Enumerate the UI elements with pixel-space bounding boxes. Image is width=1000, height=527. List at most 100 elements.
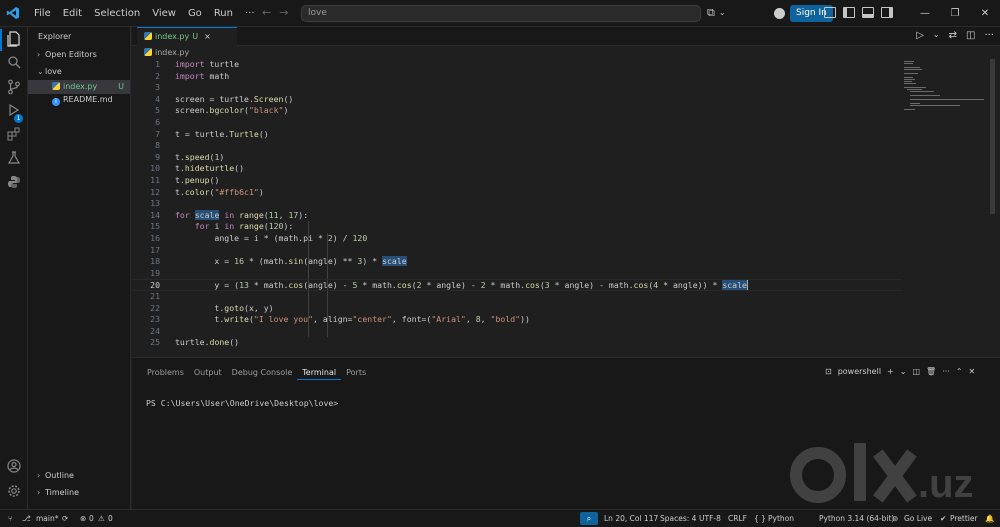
code-line: 8	[155, 140, 160, 151]
untracked-badge: U	[118, 82, 124, 91]
chevron-right-icon: ›	[37, 471, 41, 480]
indentation[interactable]: Spaces: 4	[660, 510, 696, 527]
maximize-panel-icon[interactable]: ⌃	[956, 367, 963, 376]
more-actions-icon[interactable]: ···	[942, 367, 950, 376]
file-index-py[interactable]: index.py U	[28, 80, 130, 94]
warnings-icon[interactable]: ⚠	[98, 510, 105, 527]
chevron-right-icon: ›	[37, 488, 41, 497]
layout-controls	[824, 7, 893, 18]
menu-run[interactable]: Run	[208, 0, 239, 27]
status-remote-icon[interactable]: ⑂	[8, 510, 13, 527]
breadcrumb[interactable]: index.py	[144, 46, 189, 59]
split-terminal-icon[interactable]: ◫	[912, 367, 920, 376]
menu-edit[interactable]: Edit	[57, 0, 88, 27]
branch-icon: ⎇	[22, 514, 31, 523]
window-controls: — ❐ ✕	[910, 0, 1000, 27]
close-icon[interactable]: ✕	[970, 8, 1000, 19]
settings-gear-icon[interactable]	[6, 484, 22, 500]
menu-selection[interactable]: Selection	[88, 0, 146, 27]
menu-more[interactable]: ···	[239, 0, 261, 27]
run-debug-icon[interactable]	[6, 103, 22, 119]
prettier-icon: ✔	[940, 514, 947, 523]
editor-scrollbar[interactable]	[990, 59, 995, 214]
chevron-right-icon: ›	[37, 50, 41, 59]
open-editors-section[interactable]: › Open Editors	[28, 48, 130, 62]
minimize-icon[interactable]: —	[910, 8, 940, 19]
code-line: 4 screen = turtle.Screen()	[155, 93, 294, 104]
panel-tabs: Problems Output Debug Console Terminal P…	[142, 366, 371, 380]
go-live[interactable]: Go Live	[904, 510, 932, 527]
code-line: 24	[150, 325, 160, 336]
minimap[interactable]	[902, 59, 986, 129]
code-line: 7t = turtle.Turtle()	[155, 128, 269, 139]
file-readme-md[interactable]: i README.md	[28, 93, 130, 107]
python-interpreter[interactable]: Python 3.14 (64-bit)	[819, 510, 894, 527]
zoom-icon[interactable]: ⌕	[580, 512, 598, 525]
terminal-shell-name[interactable]: powershell	[838, 367, 881, 376]
code-editor[interactable]: 1 import turtle 2 import math 3 4 screen = …	[132, 59, 1000, 356]
command-center-search[interactable]: love	[301, 5, 701, 22]
source-control-icon[interactable]	[6, 79, 22, 95]
extensions-icon[interactable]	[6, 127, 22, 143]
run-file-icon[interactable]: ▷	[916, 30, 924, 41]
explorer-icon[interactable]	[6, 31, 22, 47]
folder-love[interactable]: ⌄love	[28, 65, 130, 79]
more-actions-icon[interactable]: ···	[984, 30, 994, 41]
outline-section[interactable]: › Outline	[28, 469, 131, 483]
new-terminal-icon[interactable]: +	[887, 367, 894, 376]
prettier[interactable]: Prettier	[950, 510, 978, 527]
editor-actions: ▷ ⌄ ⇄ ◫ ···	[916, 30, 994, 41]
language-mode[interactable]: Python	[768, 510, 794, 527]
info-file-icon: i	[52, 98, 60, 106]
toggle-sidebar-icon[interactable]	[843, 7, 855, 18]
account-icon[interactable]	[774, 8, 785, 19]
open-changes-icon[interactable]: ⇄	[949, 30, 957, 41]
line-ending[interactable]: CRLF	[728, 510, 747, 527]
cursor-position[interactable]: Ln 20, Col 117	[604, 510, 658, 527]
terminal-prompt[interactable]: PS C:\Users\User\OneDrive\Desktop\love>	[146, 398, 338, 408]
code-line: 14 for scale in range(11, 17):	[150, 209, 309, 220]
errors-icon[interactable]: ⊗	[80, 510, 86, 527]
chevron-down-icon[interactable]: ⌄	[900, 367, 907, 376]
accounts-icon[interactable]	[6, 459, 22, 475]
tab-output[interactable]: Output	[189, 366, 227, 380]
close-panel-icon[interactable]: ✕	[969, 367, 976, 376]
split-editor-icon[interactable]: ◫	[966, 30, 975, 41]
restore-icon[interactable]: ❐	[940, 8, 970, 19]
close-tab-icon[interactable]: ×	[204, 32, 211, 41]
back-arrow-icon[interactable]: ←	[262, 6, 271, 19]
encoding[interactable]: UTF-8	[699, 510, 721, 527]
menu-file[interactable]: File	[28, 0, 57, 27]
chevron-down-icon[interactable]: ⌄	[933, 30, 940, 41]
customize-layout-icon[interactable]	[824, 7, 836, 18]
notifications-bell-icon[interactable]: 🔔	[985, 510, 994, 527]
toggle-panel-icon[interactable]	[862, 7, 874, 18]
copilot-icon[interactable]: ⧉	[707, 6, 715, 20]
editor-tabs-bar: index.py U × ▷ ⌄ ⇄ ◫ ···	[132, 27, 1000, 46]
title-bar: File Edit Selection View Go Run ··· ← → …	[0, 0, 1000, 27]
chevron-down-icon[interactable]: ⌄	[719, 6, 726, 20]
menu-go[interactable]: Go	[182, 0, 208, 27]
timeline-section[interactable]: › Timeline	[28, 486, 131, 500]
trash-icon[interactable]: 🗑	[926, 367, 936, 376]
code-line: 11 t.penup()	[150, 175, 220, 185]
tab-debug-console[interactable]: Debug Console	[227, 366, 298, 380]
python-icon[interactable]	[6, 175, 22, 191]
code-line: 13	[150, 198, 160, 209]
search-icon[interactable]	[6, 55, 22, 71]
tab-problems[interactable]: Problems	[142, 366, 189, 380]
tab-index-py[interactable]: index.py U ×	[137, 27, 237, 46]
python-file-icon	[144, 48, 152, 56]
code-line: 21	[150, 291, 160, 301]
tab-terminal[interactable]: Terminal	[297, 366, 342, 380]
forward-arrow-icon[interactable]: →	[279, 6, 288, 19]
warnings-count: 0	[108, 514, 113, 523]
python-file-icon	[144, 32, 152, 40]
toggle-secondary-sidebar-icon[interactable]	[881, 7, 893, 18]
sync-icon[interactable]: ⟳	[62, 510, 68, 527]
testing-icon[interactable]	[6, 151, 22, 167]
branch-name[interactable]: main*	[36, 510, 59, 527]
tab-ports[interactable]: Ports	[341, 366, 371, 380]
status-bar: ⑂ ⎇ main* ⟳ ⊗ 0 ⚠ 0 ⌕ Ln 20, Col 117 Spa…	[0, 509, 1000, 527]
menu-view[interactable]: View	[146, 0, 182, 27]
